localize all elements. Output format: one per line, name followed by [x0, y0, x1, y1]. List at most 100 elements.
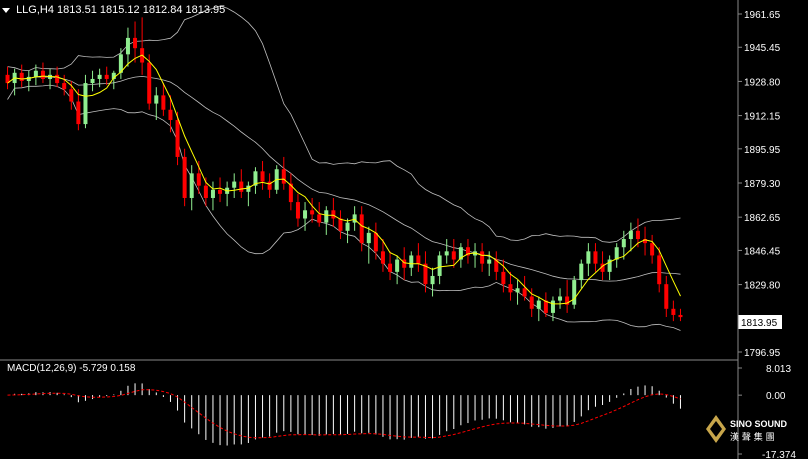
macd-signal-value: 0.158: [110, 363, 136, 374]
candle-body: [210, 189, 215, 198]
dropdown-triangle-icon[interactable]: [2, 7, 10, 13]
current-price-label: 1813.95: [741, 318, 778, 329]
candle-body: [317, 214, 322, 223]
candle-body: [260, 171, 265, 182]
candle-body: [295, 202, 300, 219]
candle-body: [522, 288, 527, 297]
candle-body: [508, 284, 513, 293]
candle-body: [161, 95, 166, 110]
candle-body: [416, 255, 421, 264]
candle-body: [189, 173, 194, 198]
candle-body: [62, 83, 67, 90]
candle-body: [83, 83, 88, 125]
candle-body: [40, 70, 45, 79]
candle-body: [281, 169, 286, 184]
price-tick-label: 1829.80: [744, 281, 781, 292]
macd-main-value: -5.729: [79, 363, 108, 374]
candle-body: [664, 284, 669, 309]
price-tick-label: 1879.30: [744, 179, 781, 190]
logo-text-en: SINO SOUND: [730, 419, 788, 429]
candle-body: [154, 95, 159, 104]
macd-header: MACD(12,26,9) -5.729 0.158: [7, 363, 135, 374]
low-value: 1812.84: [142, 4, 183, 16]
price-tick-label: 1846.45: [744, 246, 781, 257]
price-tick-label: 1961.65: [744, 10, 781, 21]
macd-signal-line: [7, 389, 681, 439]
candle-body: [168, 109, 173, 120]
candle-body: [671, 308, 676, 315]
candle-body: [366, 232, 371, 244]
price-chart[interactable]: 1813.95 1961.65 1945.45 1928.80 1912.15 1895…: [0, 0, 808, 459]
candle-body: [218, 189, 223, 194]
price-tick-label: 1945.45: [744, 43, 781, 54]
candle-body: [430, 275, 435, 285]
candle-body: [657, 255, 662, 285]
price-tick-label: 1895.95: [744, 145, 781, 156]
price-axis-ticks: 1961.65 1945.45 1928.80 1912.15 1895.95 1879.…: [738, 10, 781, 359]
candle-body: [635, 230, 640, 240]
candle-body: [310, 210, 315, 215]
candle-body: [345, 222, 350, 231]
logo-text-zh: 漢 聲 集 團: [730, 431, 775, 443]
high-value: 1815.12: [99, 4, 140, 16]
logo-graphic: SINO SOUND 漢 聲 集 團: [706, 415, 788, 443]
candle-body: [678, 314, 683, 318]
candle-body: [593, 251, 598, 264]
candle-body: [515, 288, 520, 293]
candle-body: [437, 255, 442, 276]
candle-body: [628, 230, 633, 240]
candle-body: [586, 251, 591, 264]
macd-tick-label: 8.013: [766, 364, 791, 375]
candles: [5, 17, 683, 322]
price-tick-label: 1912.15: [744, 112, 781, 123]
candle-body: [621, 239, 626, 248]
middle-band: [7, 75, 681, 282]
candle-body: [324, 210, 329, 223]
candle-body: [380, 251, 385, 264]
candle-body: [196, 173, 201, 186]
candle-body: [352, 214, 357, 223]
candle-body: [232, 181, 237, 188]
candle-body: [487, 259, 492, 264]
candle-body: [501, 271, 506, 285]
candle-body: [125, 37, 130, 55]
candle-body: [373, 232, 378, 252]
candle-body: [409, 255, 414, 268]
price-tick-label: 1928.80: [744, 77, 781, 88]
candle-body: [529, 296, 534, 309]
candle-body: [558, 296, 563, 301]
lower-band: [7, 84, 681, 331]
price-tick-label: 1796.95: [744, 348, 781, 359]
chart-header: LLG,H4 1813.51 1815.12 1812.84 1813.95: [2, 4, 225, 16]
upper-band: [7, 5, 681, 243]
candle-body: [97, 74, 102, 79]
candle-body: [579, 263, 584, 281]
candle-body: [359, 214, 364, 244]
candle-body: [33, 70, 38, 77]
candle-body: [19, 72, 24, 82]
candle-body: [303, 210, 308, 219]
macd-tick-label: 0.00: [766, 391, 786, 402]
candle-body: [388, 263, 393, 272]
macd-label: MACD(12,26,9): [7, 363, 77, 374]
symbol-label: LLG,H4: [16, 4, 54, 16]
open-value: 1813.51: [57, 4, 97, 16]
candle-body: [76, 101, 81, 125]
candle-body: [550, 300, 555, 313]
candle-body: [147, 62, 152, 104]
candle-body: [55, 74, 60, 84]
candle-body: [203, 185, 208, 198]
candle-body: [395, 259, 400, 272]
candle-body: [451, 251, 456, 260]
candle-body: [650, 243, 655, 256]
candle-body: [90, 78, 95, 84]
candle-body: [133, 37, 138, 49]
candle-body: [104, 74, 109, 79]
candle-body: [536, 300, 541, 309]
price-tick-label: 1862.65: [744, 213, 781, 224]
close-value: 1813.95: [185, 4, 226, 16]
macd-histogram: [14, 383, 681, 446]
candle-body: [543, 300, 548, 313]
candle-body: [331, 210, 336, 219]
candle-body: [338, 218, 343, 231]
